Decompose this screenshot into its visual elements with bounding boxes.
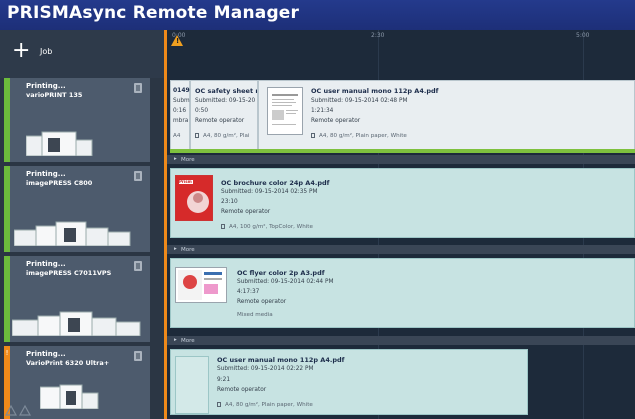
more-toggle[interactable]: ▸ More xyxy=(167,245,635,254)
document-icon xyxy=(311,133,315,138)
job-duration: 1:21:34 xyxy=(311,108,334,114)
more-toggle[interactable]: ▸ More xyxy=(167,155,635,164)
more-toggle[interactable]: ▸ More xyxy=(167,336,635,345)
printer-machine-icon xyxy=(12,311,141,336)
job-media: Mixed media xyxy=(237,312,273,318)
job-card-oc-user-manual-4[interactable]: OC user manual mono 112p A4.pdf Submitte… xyxy=(170,349,528,415)
time-tick: 2:30 xyxy=(371,32,385,39)
job-title: OC brochure color 24p A4.pdf xyxy=(221,179,330,187)
thumbnail-brand: Prism xyxy=(179,179,192,184)
job-thumbnail xyxy=(175,267,227,303)
status-strip xyxy=(4,78,10,162)
add-job-button[interactable]: + Job xyxy=(0,30,164,78)
title-bar: PRISMAsync Remote Manager xyxy=(0,0,635,30)
book-icon[interactable] xyxy=(134,261,142,271)
job-operator: Remote operator xyxy=(195,118,245,124)
printer-name: imagePRESS C800 xyxy=(26,179,93,187)
job-thumbnail xyxy=(175,356,209,414)
warning-icon: ! xyxy=(5,349,9,357)
job-media: A4, 80 g/m², Plain paper, White xyxy=(225,402,313,408)
document-icon xyxy=(217,402,221,407)
job-operator: Remote operator xyxy=(237,299,287,305)
job-operator: Remote operator xyxy=(311,118,361,124)
job-duration: 23:10 xyxy=(221,199,238,205)
app-title: PRISMAsync Remote Manager xyxy=(7,3,300,23)
job-title: OC flyer color 2p A3.pdf xyxy=(237,269,325,277)
time-tick: 5:00 xyxy=(576,32,590,39)
job-submitted: Submitted: 09-15-2014 02:35 PM xyxy=(221,189,318,195)
status-strip xyxy=(4,256,10,342)
printer-status: Printing... xyxy=(26,170,66,178)
printer-status: Printing... xyxy=(26,350,66,358)
book-icon[interactable] xyxy=(134,171,142,181)
job-duration: 9:21 xyxy=(217,377,231,383)
printer-card-variopRINT-135[interactable]: Printing... varioPRINT 135 xyxy=(4,78,150,162)
job-operator: Remote operator xyxy=(221,209,271,215)
job-media: A4, 80 g/m², Plai xyxy=(203,133,250,139)
printer-machine-icon xyxy=(14,221,131,246)
job-duration: 0:50 xyxy=(195,108,209,114)
job-duration: 4:17:37 xyxy=(237,289,260,295)
job-title: OC user manual mono 112p A4.pdf xyxy=(311,87,439,95)
progress-bar xyxy=(170,149,635,153)
job-card-oc-user-manual[interactable]: OC user manual mono 112p A4.pdf Submitte… xyxy=(258,80,635,150)
warning-icon[interactable]: ! xyxy=(171,35,183,46)
job-submitted: Submitted: 09-15-2014 02:48 PM xyxy=(311,98,408,104)
job-submitted: Submitted: 09-15-20 xyxy=(195,98,256,104)
printer-status: Printing... xyxy=(26,82,66,90)
job-thumbnail xyxy=(267,87,303,135)
document-icon xyxy=(221,224,225,229)
job-operator: Remote operator xyxy=(217,387,267,393)
printer-name: VarioPrint 6320 Ultra+ xyxy=(26,359,110,367)
job-thumbnail: Prism xyxy=(175,175,213,221)
job-title: OC user manual mono 112p A4.pdf xyxy=(217,356,345,364)
printer-status: Printing... xyxy=(26,260,66,268)
printer-name: imagePRESS C7011VPS xyxy=(26,269,112,277)
current-time-line xyxy=(164,30,167,419)
alert-triangles-icon xyxy=(4,404,32,416)
job-submitted: Submitted: 09-15-2014 02:22 PM xyxy=(217,366,314,372)
printer-sidebar: + Job Printing... varioPRINT 135 Printin… xyxy=(0,30,164,419)
printer-name: varioPRINT 135 xyxy=(26,91,83,99)
job-title: OC safety sheet m xyxy=(195,87,258,95)
add-job-label: Job xyxy=(40,47,53,56)
job-media: A4, 100 g/m², TopColor, White xyxy=(229,224,313,230)
job-card-oc-safety-sheet[interactable]: OC safety sheet m Submitted: 09-15-20 0:… xyxy=(190,80,258,150)
plus-icon: + xyxy=(12,38,31,63)
job-media: A4, 80 g/m², Plain paper, White xyxy=(319,133,407,139)
job-card-oc-flyer[interactable]: OC flyer color 2p A3.pdf Submitted: 09-1… xyxy=(170,258,635,328)
book-icon[interactable] xyxy=(134,351,142,361)
book-icon[interactable] xyxy=(134,83,142,93)
document-icon xyxy=(195,133,199,138)
printer-card-imagepress-c7011vps[interactable]: Printing... imagePRESS C7011VPS xyxy=(4,256,150,342)
printer-machine-icon xyxy=(26,131,93,156)
job-card-oc-brochure[interactable]: Prism OC brochure color 24p A4.pdf Submi… xyxy=(170,168,635,238)
job-submitted: Submitted: 09-15-2014 02:44 PM xyxy=(237,279,334,285)
status-strip xyxy=(4,166,10,252)
printer-card-imagepress-c800[interactable]: Printing... imagePRESS C800 xyxy=(4,166,150,252)
printer-machine-icon xyxy=(40,384,99,409)
job-card[interactable]: 0149 Subm 0:16 mbra A4 xyxy=(170,80,190,150)
